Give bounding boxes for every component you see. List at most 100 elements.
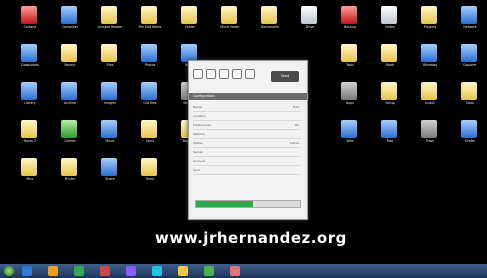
dialog-row[interactable]: Location [193, 112, 301, 121]
desktop-icon[interactable]: Folder [168, 6, 212, 36]
dialog-row[interactable]: Name Edit [193, 103, 301, 112]
row-value: Edit [293, 105, 299, 109]
desktop-icon[interactable]: Music [88, 120, 132, 150]
desktop-icon-label: Drive [305, 25, 315, 29]
desktop-icon[interactable]: Docs [128, 120, 172, 150]
desktop-icon[interactable]: Downloads [8, 44, 52, 74]
file-icon [141, 120, 157, 138]
desktop-icon-label: Printer [64, 177, 76, 181]
desktop-icon[interactable]: Install [408, 82, 452, 112]
desktop-icon[interactable]: Acrobat Reader [88, 6, 132, 36]
row-label: Location [193, 114, 206, 118]
desktop-icon[interactable]: Web [328, 120, 372, 150]
dialog-row[interactable]: Sync [193, 166, 301, 175]
toolbar-icon[interactable] [245, 69, 255, 79]
desktop-icon[interactable]: Computer [48, 6, 92, 36]
toolbar-icon[interactable] [193, 69, 203, 79]
desktop-icon-label: Setup [385, 101, 395, 105]
desktop-icon-label: Work [385, 63, 395, 67]
desktop-icon[interactable]: Windows [408, 44, 452, 74]
file-icon [381, 6, 397, 24]
desktop-icon-label: Drafts [465, 139, 475, 143]
desktop-icon-label: Share [105, 177, 115, 181]
file-icon [141, 158, 157, 176]
file-icon [421, 6, 437, 24]
desktop-icon[interactable]: Photos [128, 44, 172, 74]
file-icon [61, 6, 77, 24]
desktop-icon[interactable]: Games [48, 120, 92, 150]
file-icon [221, 6, 237, 24]
taskbar-app-icon[interactable] [178, 266, 188, 276]
toolbar-icon[interactable] [206, 69, 216, 79]
desktop-icon[interactable]: Notes 2 [8, 120, 52, 150]
desktop-icon[interactable]: Cortana [8, 6, 52, 36]
desktop-icon[interactable]: Archive [48, 82, 92, 112]
desktop-icon[interactable]: Drive [288, 6, 332, 36]
desktop-icon-label: Library [24, 101, 36, 105]
taskbar-app-icon[interactable] [126, 266, 136, 276]
desktop-icon[interactable]: Notes [368, 6, 412, 36]
desktop-icon[interactable]: Setup [368, 82, 412, 112]
file-icon [381, 82, 397, 100]
desktop-icon-label: Windows [422, 63, 438, 67]
desktop-icon[interactable]: Misc [8, 158, 52, 188]
toolbar-icon[interactable] [232, 69, 242, 79]
dialog-row[interactable]: Preferences On [193, 121, 301, 130]
desktop-icon-label: Docs [146, 139, 154, 143]
desktop-icon[interactable]: Tools [328, 44, 372, 74]
desktop-icon[interactable]: Images [88, 82, 132, 112]
desktop-icon[interactable]: File Edit Notes [128, 6, 172, 36]
progress-fill [196, 201, 254, 207]
desktop-icon-label: Data [466, 101, 474, 105]
desktop-icon[interactable]: Network [448, 6, 487, 36]
file-icon [21, 6, 37, 24]
desktop-icon[interactable]: Printer [48, 158, 92, 188]
dialog-row[interactable]: Account [193, 157, 301, 166]
desktop-icon[interactable]: Share [88, 158, 132, 188]
desktop-icon[interactable]: Recent [48, 44, 92, 74]
desktop-icon[interactable]: Old files [128, 82, 172, 112]
file-icon [61, 44, 77, 62]
file-icon [21, 120, 37, 138]
row-value: On [294, 123, 299, 127]
dialog-row[interactable]: Status Active [193, 139, 301, 148]
desktop-icon-label: Notes [385, 25, 395, 29]
desktop-icon[interactable]: Library [8, 82, 52, 112]
dialog-row[interactable]: Options [193, 130, 301, 139]
taskbar-app-icon[interactable] [230, 266, 240, 276]
desktop-icon[interactable]: Projects [408, 6, 452, 36]
desktop-icon[interactable]: Backup [328, 6, 372, 36]
desktop-icon[interactable]: Work [368, 44, 412, 74]
desktop-icon-label: Images [104, 101, 116, 105]
desktop-icon[interactable]: Explorer [448, 44, 487, 74]
file-icon [21, 82, 37, 100]
taskbar-app-icon[interactable] [100, 266, 110, 276]
desktop-icon[interactable]: Data [448, 82, 487, 112]
desktop-icon[interactable]: Drafts [448, 120, 487, 150]
desktop-icon[interactable]: Music folder [208, 6, 252, 36]
desktop-icon-label: Network [463, 25, 477, 29]
desktop-icon[interactable]: Temp [128, 158, 172, 188]
watermark: www.jrhernandez.org [155, 229, 347, 247]
start-button[interactable] [4, 266, 14, 276]
desktop-icon[interactable]: Files [88, 44, 132, 74]
taskbar-app-icon[interactable] [22, 266, 32, 276]
file-icon [141, 44, 157, 62]
desktop-icon[interactable]: Apps [328, 82, 372, 112]
desktop-icon[interactable]: Mail [368, 120, 412, 150]
row-label: Server [193, 150, 203, 154]
desktop-icon-label: Games [64, 139, 76, 143]
taskbar-app-icon[interactable] [152, 266, 162, 276]
desktop-icon-label: Computer [62, 25, 78, 29]
taskbar-app-icon[interactable] [74, 266, 84, 276]
taskbar-app-icon[interactable] [48, 266, 58, 276]
desktop-icon-label: Documents [260, 25, 280, 29]
send-button[interactable]: Send [271, 71, 299, 82]
desktop-icon[interactable]: Documents [248, 6, 292, 36]
desktop-icon[interactable]: Trash [408, 120, 452, 150]
dialog-row[interactable]: Server [193, 148, 301, 157]
file-icon [181, 6, 197, 24]
desktop-icon-label: Photos [144, 63, 156, 67]
taskbar-app-icon[interactable] [204, 266, 214, 276]
toolbar-icon[interactable] [219, 69, 229, 79]
